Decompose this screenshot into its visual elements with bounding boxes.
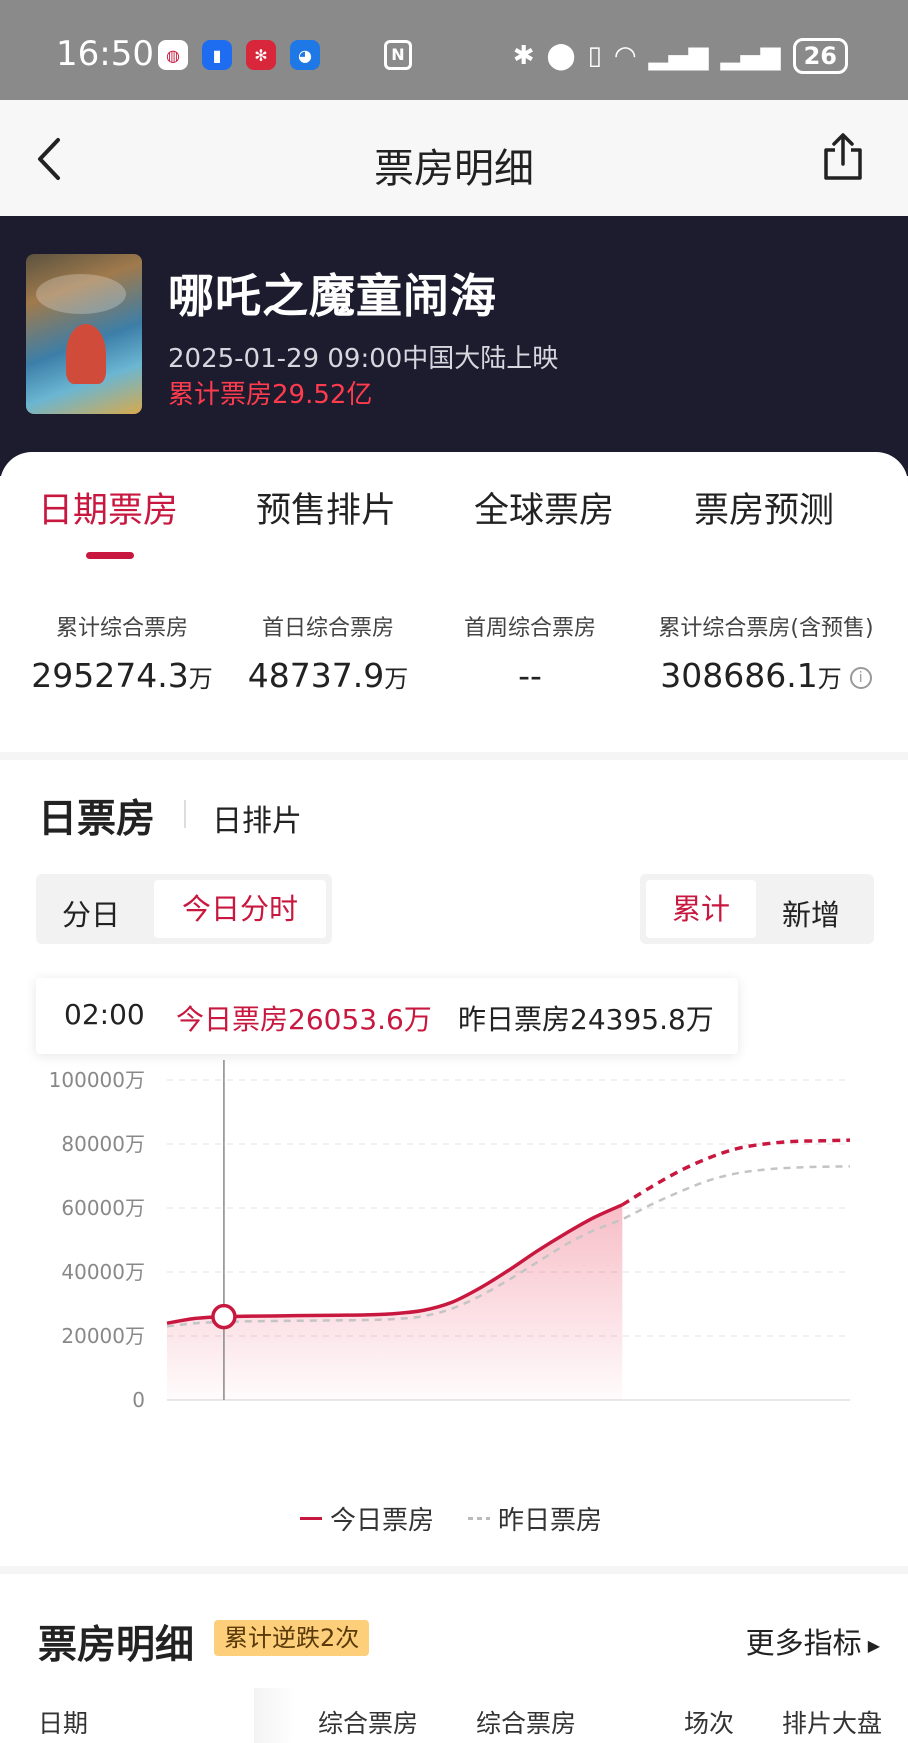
stat-value: -- — [518, 656, 542, 695]
stat-label: 累计综合票房(含预售) — [658, 616, 874, 641]
vibrate-icon: ▯ — [587, 41, 602, 71]
share-icon[interactable] — [820, 132, 866, 182]
blue-app-icon: ◕ — [290, 40, 320, 70]
section-title[interactable]: 日票房 — [38, 788, 155, 844]
legend-today[interactable]: 今日票房 — [300, 1500, 434, 1537]
segment-today-hourly[interactable]: 今日分时 — [154, 880, 326, 938]
movie-title: 哪吒之魔童闹海 — [168, 269, 497, 323]
x-tick-label: 04:00 — [252, 1419, 310, 1420]
y-tick-label: 0 — [132, 1388, 145, 1412]
y-tick-label: 40000万 — [61, 1260, 145, 1284]
y-tick-label: 20000万 — [61, 1324, 145, 1348]
hourly-boxoffice-chart[interactable]: 0 20000万 40000万 60000万 80000万 100000万 00:00 04… — [0, 1060, 908, 1420]
x-tick-label: 16:00 — [594, 1419, 652, 1420]
x-tick-label: 24:00 — [821, 1419, 879, 1420]
x-tick-label: 12:00 — [480, 1419, 538, 1420]
details-title: 票房明细 — [38, 1623, 195, 1668]
tab-forecast[interactable]: 票房预测 — [694, 482, 834, 533]
tab-daily-boxoffice[interactable]: 日期票房 — [38, 482, 178, 533]
table-header-date[interactable]: 日期 — [38, 1704, 88, 1740]
tab-presale[interactable]: 预售排片 — [256, 482, 396, 533]
tab-global[interactable]: 全球票房 — [474, 482, 614, 533]
segment-cumulative[interactable]: 累计 — [646, 880, 756, 938]
x-tick-label: 08:00 — [366, 1419, 424, 1420]
chart-tooltip: 02:00 今日票房26053.6万 昨日票房24395.8万 — [36, 978, 738, 1054]
legend-swatch-today — [300, 1517, 322, 1520]
battery-icon: 26 — [792, 38, 848, 74]
today-area-fill — [167, 1204, 623, 1400]
bank-app-icon: ◍ — [158, 40, 188, 70]
y-tick-label: 80000万 — [61, 1132, 145, 1156]
notification-icons: ◍ ▮ ✻ ◕ — [158, 40, 320, 70]
stat-value: 308686.1万 i — [646, 656, 886, 695]
stat-first-day: 首日综合票房 48737.9万 — [228, 610, 428, 695]
tooltip-today: 今日票房26053.6万 — [176, 1003, 432, 1036]
movie-poster[interactable] — [26, 254, 142, 414]
nav-bar: 票房明细 — [0, 100, 908, 216]
legend-yesterday[interactable]: 昨日票房 — [468, 1500, 602, 1537]
details-card: 票房明细 累计逆跌2次 更多指标 ▶ 日期 综合票房 综合票房 场次 排片大盘 — [0, 1574, 908, 1743]
segment-by-day[interactable]: 分日 — [62, 892, 120, 934]
info-icon[interactable]: i — [849, 666, 872, 689]
legend-label-today: 今日票房 — [330, 1506, 435, 1536]
more-metrics-link[interactable]: 更多指标 ▶ — [746, 1620, 880, 1662]
time-granularity-toggle: 分日 今日分时 — [36, 874, 332, 944]
chart-legend: 今日票房 昨日票房 — [300, 1500, 602, 1537]
section-divider — [184, 800, 186, 828]
x-tick-label: 20:00 — [707, 1419, 765, 1420]
table-header-shows[interactable]: 场次 — [684, 1704, 734, 1740]
table-header-boxoffice-share[interactable]: 综合票房 — [476, 1704, 576, 1740]
stat-value: 48737.9万 — [247, 656, 409, 695]
audio-app-icon: ▮ — [202, 40, 232, 70]
signal-icon-1: ▂▄▆ — [648, 41, 709, 71]
column-shadow — [254, 1688, 294, 1743]
status-icons: ✱ ⬤ ▯ ◠ ▂▄▆ ▂▄▆ 26 — [513, 38, 848, 74]
stat-label: 首日综合票房 — [261, 616, 394, 641]
caret-right-icon: ▶ — [867, 1635, 880, 1655]
movie-total-boxoffice: 累计票房29.52亿 — [168, 380, 373, 410]
tooltip-yesterday: 昨日票房24395.8万 — [458, 1003, 714, 1036]
legend-swatch-yesterday — [468, 1517, 491, 1520]
reverse-rise-badge: 累计逆跌2次 — [214, 1620, 370, 1656]
stat-first-week: 首周综合票房 -- — [440, 610, 620, 695]
status-time: 16:50 — [56, 34, 154, 74]
table-header-boxoffice[interactable]: 综合票房 — [318, 1704, 418, 1740]
daily-boxoffice-card: 日票房 日排片 分日 今日分时 累计 新增 02:00 今日票房26053.6万… — [0, 760, 908, 1566]
stat-cumulative-presale: 累计综合票房(含预售) 308686.1万 i — [646, 610, 886, 695]
page-title: 票房明细 — [374, 146, 534, 192]
movie-release-date: 2025-01-29 09:00中国大陆上映 — [168, 344, 559, 374]
tab-active-indicator — [86, 552, 134, 559]
y-tick-label: 100000万 — [49, 1068, 145, 1092]
status-bar: 16:50 ◍ ▮ ✻ ◕ N ✱ ⬤ ▯ ◠ ▂▄▆ ▂▄▆ 26 — [0, 0, 908, 100]
legend-label-yesterday: 昨日票房 — [498, 1506, 603, 1536]
movie-header: 哪吒之魔童闹海 2025-01-29 09:00中国大陆上映 累计票房29.52… — [0, 216, 908, 476]
tooltip-time: 02:00 — [64, 998, 145, 1031]
stat-value: 295274.3万 — [31, 656, 213, 695]
metric-toggle: 累计 新增 — [640, 874, 874, 944]
wifi-icon: ◠ — [613, 41, 637, 71]
location-icon: ⬤ — [546, 41, 576, 71]
stat-label: 首周综合票房 — [463, 616, 596, 641]
signal-icon-2: ▂▄▆ — [720, 41, 781, 71]
stat-cumulative: 累计综合票房 295274.3万 — [22, 610, 222, 695]
nfc-icon: N — [384, 40, 412, 70]
tab-bar: 日期票房 预售排片 全球票房 票房预测 — [0, 482, 908, 542]
chart-cursor-point[interactable] — [211, 1303, 237, 1330]
bluetooth-icon: ✱ — [512, 41, 535, 71]
boxoffice-panel: 日期票房 预售排片 全球票房 票房预测 累计综合票房 295274.3万 首日综… — [0, 452, 908, 752]
section-subtitle[interactable]: 日排片 — [212, 796, 302, 840]
y-tick-label: 60000万 — [61, 1196, 145, 1220]
red-app-icon: ✻ — [246, 40, 276, 70]
table-header-schedule-share[interactable]: 排片大盘 — [782, 1704, 882, 1740]
segment-increment[interactable]: 新增 — [782, 892, 840, 934]
x-tick-label: 00:00 — [138, 1419, 196, 1420]
stat-label: 累计综合票房 — [55, 616, 188, 641]
